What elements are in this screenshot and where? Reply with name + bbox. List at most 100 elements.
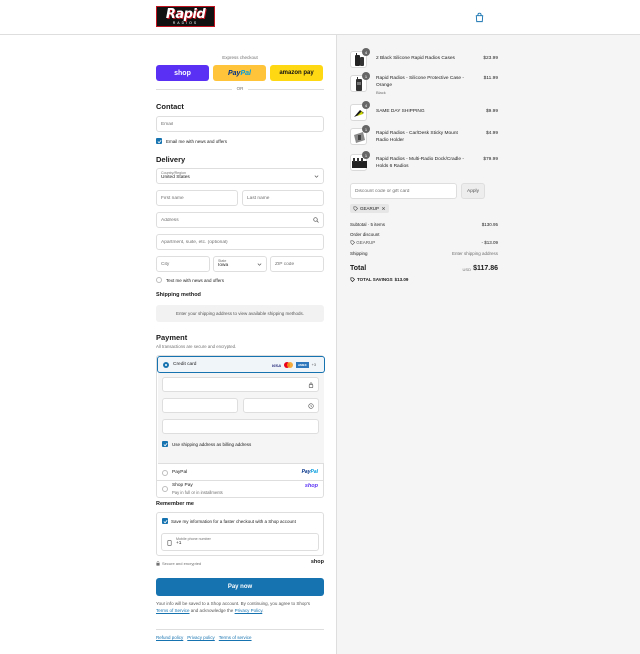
terms-of-service-link[interactable]: Terms of service — [219, 635, 252, 640]
text-news-checkbox[interactable] — [156, 277, 162, 283]
remember-me-heading: Remember me — [156, 501, 194, 507]
discount-value: - $13.09 — [481, 240, 498, 245]
lock-icon — [156, 561, 160, 566]
more-cards-count: +3 — [311, 363, 316, 367]
discount-tag-code: GEARUP — [360, 206, 380, 211]
shipping-method-heading: Shipping method — [156, 292, 201, 298]
shopping-bag-icon[interactable] — [474, 12, 485, 23]
last-name-input[interactable] — [247, 195, 319, 201]
security-code-field[interactable] — [243, 398, 319, 413]
checkmark-icon — [157, 139, 161, 143]
address-input[interactable] — [161, 217, 313, 223]
shop-pay-label: Shop Pay — [172, 483, 193, 488]
card-number-field[interactable] — [162, 377, 319, 392]
quantity-badge: 4 — [362, 48, 370, 56]
refund-policy-link[interactable]: Refund policy — [156, 635, 183, 640]
total-row: Total USD $117.86 — [350, 265, 498, 272]
footer-links: Refund policy Privacy policy Terms of se… — [156, 635, 252, 640]
email-news-checkbox[interactable] — [156, 138, 162, 144]
cart-item: 1 Rapid Radios - Multi-Radio Dock/Cradle… — [350, 151, 498, 176]
footer-divider — [156, 629, 324, 630]
search-icon — [313, 217, 319, 223]
chevron-down-icon — [314, 175, 319, 178]
name-on-card-field[interactable] — [162, 419, 319, 434]
email-field[interactable] — [156, 116, 324, 132]
savings-value: $13.09 — [394, 277, 409, 282]
pay-now-button[interactable]: Pay now — [156, 578, 324, 596]
mobile-phone-field[interactable]: Mobile phone number +1 — [161, 533, 319, 551]
address-field[interactable] — [156, 212, 324, 228]
payment-heading: Payment — [156, 333, 188, 342]
paypal-option[interactable]: PayPal PayPal — [157, 465, 323, 481]
expiration-date-field[interactable] — [162, 398, 238, 413]
apartment-input[interactable] — [161, 239, 319, 245]
shop-pay-option[interactable]: Shop Pay Pay in full or in installments … — [157, 481, 323, 498]
order-discount-label: Order discount — [350, 232, 380, 237]
country-value: United States — [161, 175, 190, 180]
city-input[interactable] — [161, 261, 205, 267]
total-value: $117.86 — [473, 265, 498, 272]
amex-icon: AMEX — [295, 362, 309, 368]
phone-value: +1 — [176, 541, 182, 546]
privacy-link[interactable]: Privacy Policy — [235, 608, 263, 613]
or-text: OR — [236, 86, 244, 91]
credit-card-label: Credit card — [173, 362, 197, 367]
legal-text-b: and acknowledge the — [190, 607, 234, 613]
card-brand-logos: VISA AMEX +3 — [272, 362, 316, 368]
apply-discount-button[interactable]: Apply — [461, 183, 485, 199]
remove-discount-icon[interactable] — [381, 206, 386, 211]
paypal-button[interactable]: Pay Pal — [213, 65, 266, 81]
city-field[interactable] — [156, 256, 210, 272]
shop-pay-button[interactable]: shop — [156, 65, 209, 81]
discount-code-field[interactable] — [350, 183, 457, 199]
zip-input[interactable] — [275, 261, 319, 267]
shop-pay-radio[interactable] — [162, 486, 168, 492]
subtotal-label: Subtotal · 5 items — [350, 222, 386, 227]
paypal-radio[interactable] — [162, 470, 168, 476]
item-name: Rapid Radios - Multi-Radio Dock/Cradle -… — [376, 157, 464, 169]
zip-field[interactable] — [270, 256, 324, 272]
discount-code-label: GEARUP — [356, 240, 376, 245]
email-input[interactable] — [161, 121, 319, 127]
billing-address-label: Use shipping address as billing address — [172, 442, 252, 447]
tag-icon — [350, 277, 355, 282]
help-circle-icon[interactable] — [308, 402, 314, 409]
state-value: Iowa — [218, 263, 229, 268]
billing-address-checkbox[interactable] — [162, 441, 168, 447]
savings-label: TOTAL SAVINGS — [357, 277, 393, 282]
shop-logo: shop — [304, 483, 318, 489]
country-select[interactable]: Country/Region United States — [156, 168, 324, 184]
amazon-pay-button[interactable]: amazon pay — [270, 65, 323, 81]
shipping-label: Shipping — [350, 251, 368, 256]
save-info-label: Save my information for a faster checkou… — [171, 519, 296, 524]
currency-code: USD — [462, 267, 471, 272]
item-price: $9.99 — [485, 109, 498, 114]
product-thumbnail: 4 — [350, 101, 370, 121]
credit-card-radio[interactable] — [163, 362, 169, 368]
contact-heading: Contact — [156, 102, 184, 111]
terms-link[interactable]: Terms of Service — [156, 608, 190, 613]
item-price: $4.99 — [485, 131, 498, 136]
item-price: $11.99 — [483, 76, 498, 81]
save-info-checkbox[interactable] — [162, 518, 168, 524]
item-name: Rapid Radios - Car/Desk Sticky Mount Rad… — [376, 131, 458, 143]
first-name-input[interactable] — [161, 195, 233, 201]
remember-me-box: Save my information for a faster checkou… — [156, 512, 324, 556]
state-select[interactable]: State Iowa — [213, 256, 267, 272]
cart-item: 1 Rapid Radios - Car/Desk Sticky Mount R… — [350, 125, 498, 150]
item-variant: Black — [376, 90, 386, 95]
shipping-row: Shipping Enter shipping address — [350, 251, 498, 256]
privacy-policy-link[interactable]: Privacy policy — [187, 635, 215, 640]
shipping-method-placeholder: Enter your shipping address to view avai… — [156, 305, 324, 322]
email-news-label: Email me with news and offers — [166, 139, 227, 144]
credit-card-option[interactable]: Credit card VISA AMEX +3 — [157, 356, 325, 373]
apartment-field[interactable] — [156, 234, 324, 250]
shop-pay-sublabel: Pay in full or in installments — [172, 490, 223, 495]
logo-sub: RADIOS — [172, 21, 199, 25]
text-news-label: Text me with news and offers — [166, 278, 224, 283]
last-name-field[interactable] — [242, 190, 324, 206]
discount-code-input[interactable] — [355, 188, 452, 194]
first-name-field[interactable] — [156, 190, 238, 206]
store-logo[interactable]: Rapid RADIOS — [156, 6, 215, 27]
paypal-logo: PayPal — [302, 469, 318, 475]
